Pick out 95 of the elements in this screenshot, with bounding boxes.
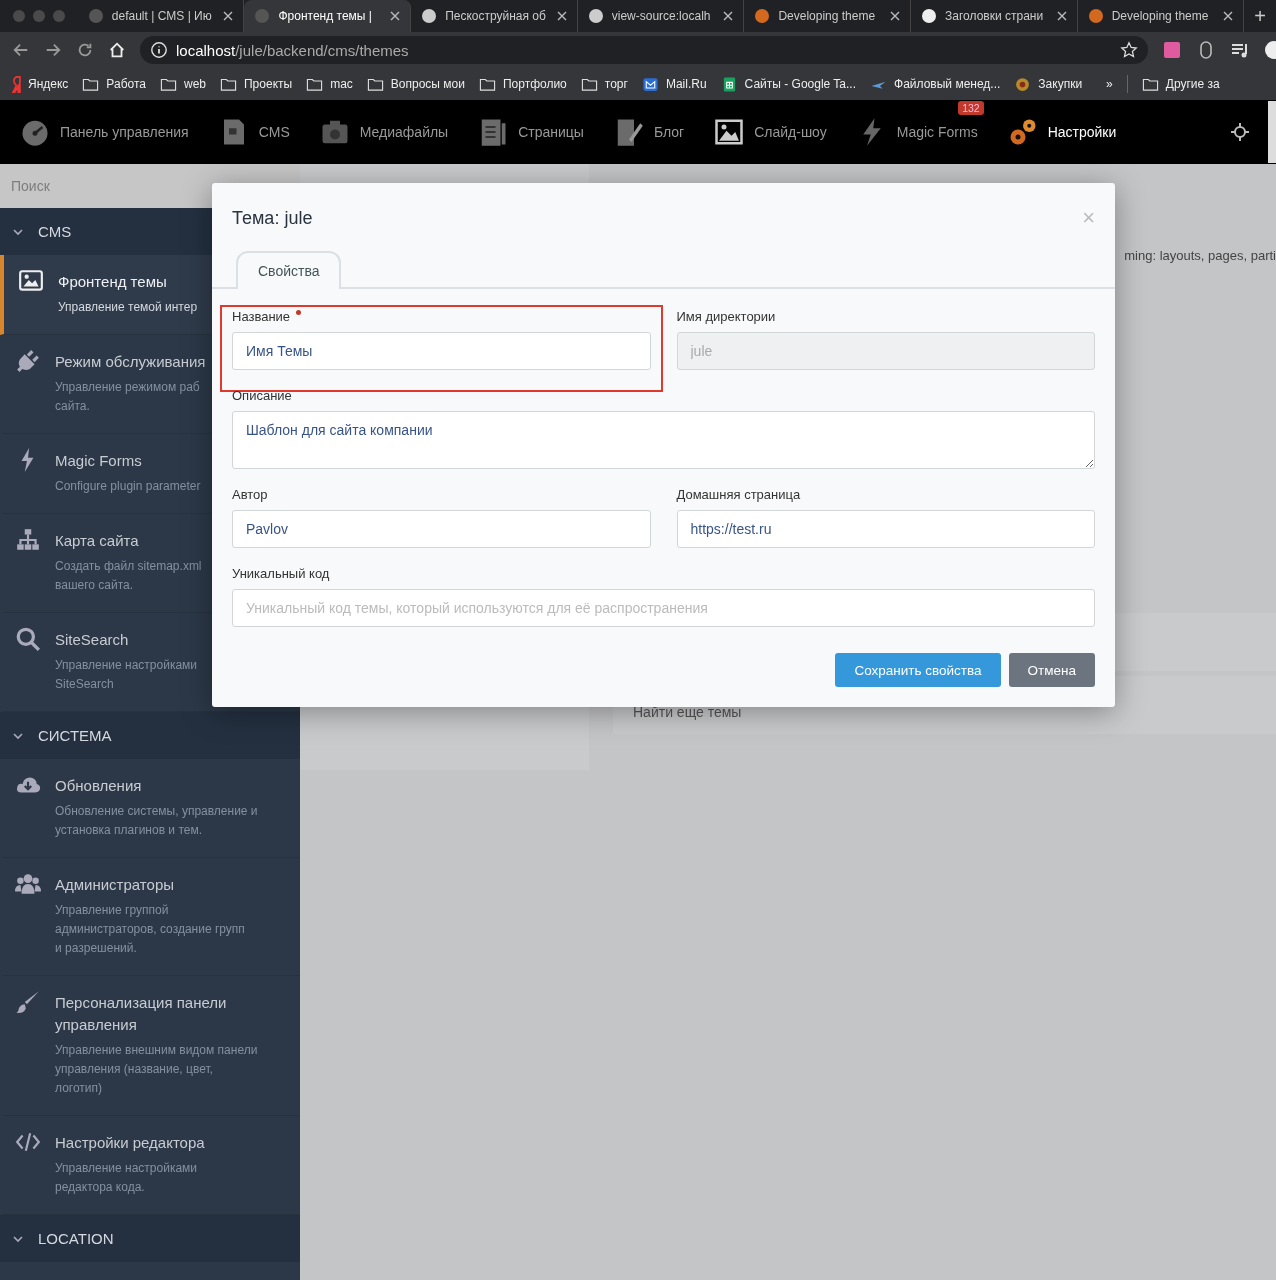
nav-item[interactable]: Медиафайлы: [319, 117, 449, 147]
item-description: Управление режимом раб сайта.: [55, 379, 201, 415]
item-description: Управление настройками редактора кода.: [55, 1160, 199, 1196]
bookmark[interactable]: Закупки: [1014, 75, 1083, 93]
sidebar-item[interactable]: Администраторы Управление группой администраторов, создание групп и разрешений.: [0, 858, 300, 976]
bookmark[interactable]: web: [159, 75, 206, 93]
sidebar-item[interactable]: Обновления Обновление системы, управление и установка плагинов и тем.: [0, 759, 300, 858]
item-title: Режим обслуживания: [55, 352, 206, 372]
item-description: Управление настройками SiteSearch: [55, 657, 198, 693]
nav-item[interactable]: Панель управления: [20, 117, 189, 147]
bookmark[interactable]: торг: [580, 75, 628, 93]
count-badge: 132: [958, 101, 984, 115]
item-title: Карта сайта: [55, 531, 140, 551]
close-icon[interactable]: [223, 11, 234, 21]
field-label: Домашняя страница: [676, 487, 801, 502]
reload-icon[interactable]: [76, 41, 94, 59]
nav-item[interactable]: Настройки: [1007, 117, 1117, 147]
more-bookmarks-button[interactable]: »: [1106, 77, 1113, 91]
site-icon: [87, 8, 104, 24]
close-icon[interactable]: [1056, 11, 1067, 21]
item-description: Configure plugin parameter: [55, 478, 201, 495]
emblem-icon: [1014, 75, 1032, 93]
input-field[interactable]: https://test.ru: [676, 510, 1095, 548]
item-title: Настройки редактора: [55, 1133, 205, 1153]
close-icon[interactable]: [890, 11, 901, 21]
bookmark[interactable]: Проекты: [220, 75, 293, 93]
input-field[interactable]: Уникальный код темы, который используются для её распространения: [232, 589, 1095, 627]
nav-item[interactable]: Слайд-шоу: [714, 117, 827, 147]
bookmark[interactable]: Сайты - Google Ta...: [720, 75, 857, 93]
sitemap-icon: [15, 527, 41, 553]
info-icon[interactable]: [150, 41, 168, 59]
cancel-button[interactable]: Отмена: [1008, 653, 1095, 687]
image-icon: [18, 268, 44, 294]
home-icon[interactable]: [108, 41, 126, 59]
bookmark[interactable]: Работа: [82, 75, 146, 93]
item-title: Администраторы: [55, 875, 175, 895]
bookmark[interactable]: Яндекс: [12, 75, 69, 93]
bookmark[interactable]: Mail.Ru: [641, 75, 707, 93]
item-description: Управление внешним видом панели управления (название, цвет, логотип): [55, 1042, 259, 1097]
move-icon[interactable]: [1230, 122, 1250, 142]
envelope-icon: [641, 75, 659, 93]
bookmark[interactable]: mac: [306, 75, 353, 93]
nav-item[interactable]: Блог: [613, 117, 685, 147]
item-description: Управление группой администраторов, создание групп и разрешений.: [55, 902, 245, 957]
section-header[interactable]: LOCATION: [0, 1215, 300, 1262]
bookmark[interactable]: Другие за: [1141, 75, 1220, 93]
star-icon[interactable]: [1120, 41, 1138, 59]
site-icon: [421, 8, 438, 24]
field-label: Имя директории: [676, 309, 776, 324]
close-icon[interactable]: [556, 11, 567, 21]
field-label: Автор: [232, 487, 268, 502]
input-field[interactable]: Pavlov: [232, 510, 651, 548]
bookmark[interactable]: Портфолио: [478, 75, 567, 93]
letter-icon: [12, 75, 21, 93]
item-title: Персонализация панели управления: [55, 993, 228, 1035]
item-title: SiteSearch: [55, 630, 130, 650]
site-icon: [921, 8, 938, 24]
item-description: Создать файл sitemap.xml вашего сайта.: [55, 558, 202, 594]
field-label: Название: [232, 309, 291, 324]
tab[interactable]: Свойства: [236, 251, 342, 289]
text-area[interactable]: Шаблон для сайта компании: [232, 411, 1095, 469]
close-icon[interactable]: [1223, 11, 1234, 21]
input-field[interactable]: Имя Темы: [232, 332, 651, 370]
description-text: ming: layouts, pages, parti: [1124, 248, 1276, 263]
nav-item[interactable]: CMS: [218, 117, 290, 147]
close-icon[interactable]: [723, 11, 734, 21]
item-title: Magic Forms: [55, 451, 143, 471]
panel-edge: [1268, 101, 1276, 163]
site-icon: [587, 8, 604, 24]
plug-icon: [15, 348, 41, 374]
bookmark[interactable]: Файловый менед...: [870, 75, 1001, 93]
site-icon: [1087, 8, 1104, 24]
new-tab-button[interactable]: +: [1244, 4, 1276, 28]
search-icon: [15, 626, 41, 652]
sidebar-item[interactable]: Персонализация панели управления Управление внешним видом панели управления (название, цвет, логотип): [0, 976, 300, 1116]
address-field[interactable]: localhost/jule/backend/cms/themes: [140, 36, 1148, 64]
section-header[interactable]: СИСТЕМА: [0, 712, 300, 759]
field-label: Описание: [232, 388, 292, 403]
image-icon: [714, 117, 745, 147]
back-icon[interactable]: [12, 41, 30, 59]
item-description: Обновление системы, управление и установка плагинов и тем.: [55, 803, 258, 839]
nav-item[interactable]: Страницы: [478, 117, 584, 147]
item-title: Фронтенд темы: [58, 272, 168, 292]
site-icon: [754, 8, 771, 24]
item-description: Управление темой интер: [58, 299, 198, 316]
users-icon: [15, 871, 41, 897]
brush-icon: [15, 989, 41, 1015]
forward-icon[interactable]: [44, 41, 62, 59]
extension-icon[interactable]: [1162, 40, 1182, 60]
url-text: localhost/jule/backend/cms/themes: [176, 41, 410, 59]
site-icon: [254, 8, 271, 24]
browser-tab[interactable]: Фронтенд темы |: [244, 0, 412, 32]
bookmark[interactable]: Вопросы мои: [366, 75, 465, 93]
item-title: Обновления: [55, 776, 143, 796]
close-icon[interactable]: [390, 11, 401, 21]
